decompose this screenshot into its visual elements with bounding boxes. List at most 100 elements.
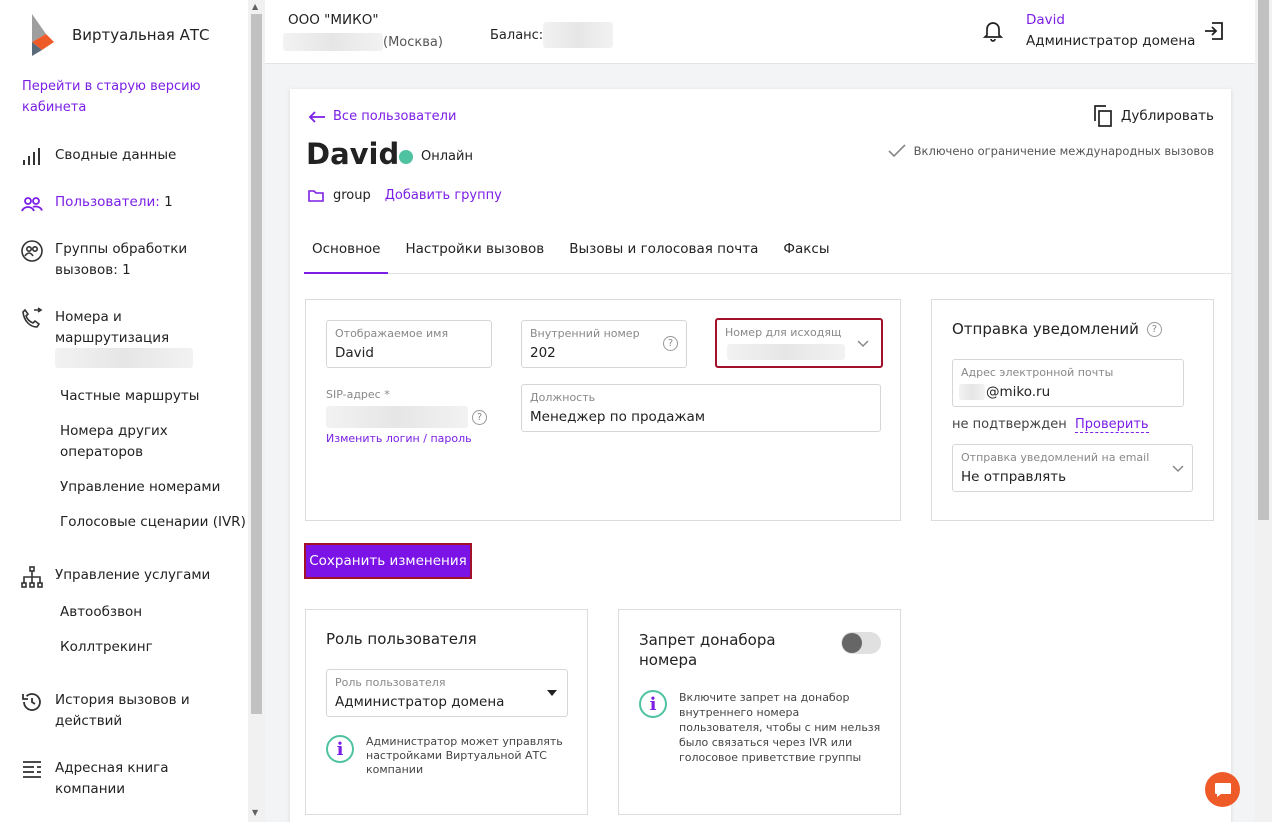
position-field[interactable]: Должность Менеджер по продажам xyxy=(521,384,881,432)
donabor-title: Запрет донабора номера xyxy=(639,631,776,669)
scroll-up-icon[interactable]: ▲ xyxy=(252,2,258,11)
donabor-toggle[interactable] xyxy=(841,632,881,654)
email-status: не подтвержден xyxy=(952,417,1067,432)
verify-link[interactable]: Проверить xyxy=(1075,417,1149,433)
help-icon[interactable]: ? xyxy=(1146,321,1162,337)
back-link[interactable]: Все пользователи xyxy=(308,109,456,124)
duplicate-button[interactable]: Дублировать xyxy=(1093,105,1214,127)
nav-groups[interactable]: Группы обработки вызовов: 1 xyxy=(20,239,205,281)
company-name: ООО "МИКО" xyxy=(288,12,379,28)
chat-icon xyxy=(1214,782,1231,797)
check-icon xyxy=(888,144,906,158)
city-label: (Москва) xyxy=(383,34,443,50)
user-name[interactable]: David xyxy=(1026,12,1065,28)
help-icon[interactable]: ? xyxy=(663,336,678,351)
nav-label: Пользователи: xyxy=(55,194,160,210)
tab-call-settings[interactable]: Настройки вызовов xyxy=(397,227,552,274)
chevron-down-icon xyxy=(857,340,869,348)
nav-services[interactable]: Управление услугами xyxy=(20,565,210,589)
field-label: Отправка уведомлений на email xyxy=(961,451,1150,464)
field-label: Номер для исходящ xyxy=(725,326,842,339)
redacted-text xyxy=(326,406,468,428)
folder-icon xyxy=(308,190,324,202)
hierarchy-icon xyxy=(21,566,43,588)
role-select[interactable]: Роль пользователя Администратор домена xyxy=(326,669,568,717)
field-label: Внутренний номер xyxy=(530,327,640,340)
chat-button[interactable] xyxy=(1205,772,1240,807)
tab-calls-voicemail[interactable]: Вызовы и голосовая почта xyxy=(561,227,766,274)
nav-history[interactable]: История вызовов и действий xyxy=(20,690,195,732)
tab-faxes[interactable]: Факсы xyxy=(775,227,837,274)
save-button[interactable]: Сохранить изменения xyxy=(304,543,472,579)
intl-restriction-label: Включено ограничение международных вызов… xyxy=(913,144,1214,158)
nav-label: Адресная книга компании xyxy=(55,760,169,797)
back-link-label: Все пользователи xyxy=(333,109,457,124)
caret-down-icon xyxy=(547,690,557,696)
online-dot-icon xyxy=(399,149,413,164)
nav-label: Сводные данные xyxy=(55,147,177,163)
copy-icon xyxy=(1093,105,1112,127)
redacted-text xyxy=(55,348,193,368)
nav-label: Управление услугами xyxy=(55,567,211,583)
old-version-link[interactable]: Перейти в старую версию кабинета xyxy=(22,76,222,118)
field-value: 202 xyxy=(530,345,556,361)
logo-title: Виртуальная АТС xyxy=(72,26,210,44)
logout-icon[interactable] xyxy=(1203,20,1225,42)
role-info-text: Администратор может управлять настройкам… xyxy=(366,735,563,776)
scroll-thumb[interactable] xyxy=(1258,0,1269,520)
add-group-link[interactable]: Добавить группу xyxy=(385,188,502,203)
list-icon xyxy=(23,761,41,778)
nav-count: 1 xyxy=(122,262,131,278)
outgoing-number-select[interactable]: Номер для исходящ xyxy=(715,318,883,368)
duplicate-label: Дублировать xyxy=(1120,108,1214,124)
tabs: Основное Настройки вызовов Вызовы и голо… xyxy=(304,227,1231,274)
main-scrollbar[interactable] xyxy=(1255,0,1272,822)
redacted-text xyxy=(543,22,614,48)
toggle-knob xyxy=(842,633,862,653)
nav-autodial[interactable]: Автообзвон xyxy=(60,602,142,623)
scroll-down-icon[interactable]: ▼ xyxy=(252,808,258,817)
nav-addressbook[interactable]: Адресная книга компании xyxy=(20,758,185,800)
group-name: group xyxy=(333,188,371,203)
logo[interactable]: Виртуальная АТС xyxy=(28,14,209,56)
extension-field[interactable]: Внутренний номер 202 ? xyxy=(521,320,687,368)
display-name-field[interactable]: Отображаемое имя David xyxy=(326,320,492,368)
redacted-text xyxy=(283,33,383,51)
nav-ivr[interactable]: Голосовые сценарии (IVR) xyxy=(60,512,246,533)
topbar: ООО "МИКО" (Москва) Баланс: David Админи… xyxy=(265,0,1255,64)
donabor-info: i Включите запрет на донабор внутреннего… xyxy=(639,690,884,765)
change-login-link[interactable]: Изменить логин / пароль xyxy=(326,432,472,445)
user-role: Администратор домена xyxy=(1026,33,1196,49)
users-icon xyxy=(21,197,43,212)
redacted-text xyxy=(959,384,985,400)
history-icon xyxy=(22,693,41,711)
field-label: Должность xyxy=(530,391,596,404)
nav-manage-numbers[interactable]: Управление номерами xyxy=(60,477,220,498)
info-icon: i xyxy=(639,690,667,718)
email-field[interactable]: Адрес электронной почты @miko.ru xyxy=(952,359,1184,407)
nav-calltracking[interactable]: Коллтрекинг xyxy=(60,637,153,658)
nav-numbers[interactable]: Номера и маршрутизация xyxy=(20,307,195,349)
scroll-thumb[interactable] xyxy=(251,14,262,714)
nav-other-operators[interactable]: Номера других операторов xyxy=(60,421,200,463)
balance: Баланс: xyxy=(490,22,614,48)
email-notify-select[interactable]: Отправка уведомлений на email Не отправл… xyxy=(952,444,1193,492)
notifications-title: Отправка уведомлений ? xyxy=(952,320,1162,338)
redacted-text xyxy=(727,344,845,360)
sidebar-scrollbar[interactable]: ▲ ▼ xyxy=(248,0,265,822)
nav-private-routes[interactable]: Частные маршруты xyxy=(60,386,199,407)
nav-summary[interactable]: Сводные данные xyxy=(20,145,176,169)
arrow-left-icon xyxy=(308,110,325,123)
status-label: Онлайн xyxy=(421,149,473,164)
field-label: Роль пользователя xyxy=(335,676,446,689)
main-fields-panel: Отображаемое имя David Внутренний номер … xyxy=(305,299,901,521)
field-value: Не отправлять xyxy=(961,469,1067,485)
tab-main[interactable]: Основное xyxy=(304,227,389,274)
nav-users[interactable]: Пользователи: 1 xyxy=(20,192,173,216)
help-icon[interactable]: ? xyxy=(472,410,487,425)
bell-icon[interactable] xyxy=(983,20,1003,42)
status-badge: Онлайн xyxy=(399,149,473,164)
sip-label: SIP-адрес * xyxy=(326,388,390,401)
field-value: @miko.ru xyxy=(986,384,1051,400)
bar-chart-icon xyxy=(23,148,40,165)
